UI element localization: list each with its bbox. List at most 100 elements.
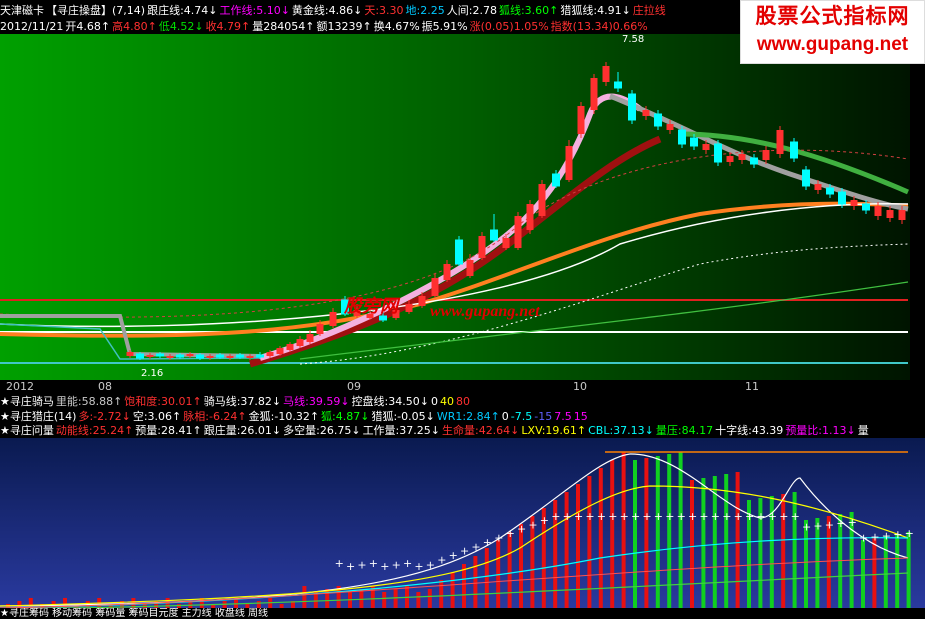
axis-label-nov: 11 [745, 380, 759, 393]
indicator-row2-item-2: 空:3.06↑ [132, 410, 182, 423]
indicator-row-wenliang[interactable]: ★寻庄问量 动能线:25.24↑ 预量:28.41↑ 跟庄量:26.01↓ 多空量:26… [0, 424, 925, 438]
cross-mark-64: + [734, 510, 743, 523]
volume-bar-37 [427, 589, 432, 610]
axis-label-oct: 10 [573, 380, 587, 393]
cross-mark-69: + [791, 510, 800, 523]
header-row1-item-10: 庄拉线 [632, 4, 666, 17]
indicator-row2-item-6: 猎狐:-0.05↓ [371, 410, 435, 423]
axis-label-sep: 09 [347, 380, 361, 393]
cross-mark-36: + [414, 560, 423, 573]
candle-body-46 [654, 113, 662, 127]
header-row2-item-9: 涨(0.05)1.05% [469, 20, 549, 33]
candle-body-38 [552, 173, 560, 187]
cross-mark-67: + [768, 510, 777, 523]
candle-body-18 [306, 334, 314, 342]
volume-bar-62 [712, 476, 717, 610]
indicator-row1-item-7: 40 [439, 395, 454, 408]
indicator-row2-item-10: -15 [534, 410, 553, 423]
volume-bar-58 [667, 454, 672, 610]
cross-mark-60: + [688, 510, 697, 523]
volume-bar-38 [439, 580, 444, 610]
cross-mark-59: + [677, 510, 686, 523]
cross-mark-33: + [380, 560, 389, 573]
cross-mark-45: + [517, 523, 526, 536]
volume-indicator-chart[interactable]: + + + + + + + + + + + + + + + + + + + + + + + + + + + + + + + + + + + + + + + +… [0, 438, 925, 610]
main-price-chart[interactable]: 7.58 2.16 [0, 34, 910, 380]
bottom-indicator-row[interactable]: ★寻庄筹码 移动筹码 筹码量 筹码目元度 主力线 收盘线 周线 [0, 608, 925, 619]
cross-mark-51: + [585, 510, 594, 523]
cross-mark-47: + [540, 514, 549, 527]
cross-mark-53: + [608, 510, 617, 523]
header-row2-item-7: 换4.67% [373, 20, 420, 33]
indicator-row1-item-1: 里能:58.88↑ [55, 395, 123, 408]
header-row2-item-0: 2012/11/21 [0, 20, 64, 33]
candle-body-66 [898, 210, 906, 220]
indicator-row3-item-10: 十字线:43.39 [715, 424, 784, 437]
candle-body-27 [418, 296, 426, 306]
candle-body-16 [286, 344, 294, 350]
cross-mark-56: + [642, 510, 651, 523]
watermark-url: www.gupang.net [756, 34, 909, 55]
header-row1-item-4: 黄金线:4.86↓ [291, 4, 363, 17]
cross-mark-34: + [392, 558, 401, 571]
center-watermark-url: www.gupang.net [430, 303, 540, 321]
candle-body-54 [750, 157, 758, 165]
cross-mark-46: + [528, 518, 537, 531]
candle-body-61 [838, 191, 846, 205]
volume-bar-61 [701, 478, 706, 610]
volume-bar-26 [302, 586, 307, 610]
volume-bar-51 [587, 476, 592, 610]
indicator-row1-item-8: 80 [455, 395, 470, 408]
candle-body-28 [431, 278, 439, 296]
cross-mark-74: + [848, 516, 857, 529]
cross-mark-42: + [483, 536, 492, 549]
candle-body-7 [196, 354, 204, 359]
candle-body-2 [146, 355, 154, 357]
watermark-title: 股票公式指标网 [755, 5, 910, 28]
candle-body-50 [702, 144, 710, 150]
axis-label-aug: 08 [98, 380, 112, 393]
volume-bar-59 [678, 452, 683, 610]
indicator-row1-item-6: 0 [430, 395, 438, 408]
candle-body-58 [802, 169, 810, 187]
header-row2-item-6: 额13239↑ [316, 20, 372, 33]
indicator-row3-item-9: 量压:84.17 [655, 424, 714, 437]
candle-body-41 [590, 78, 598, 110]
indicator-row3-item-2: 预量:28.41↑ [135, 424, 202, 437]
indicator-row1-item-2: 饱和度:30.01↑ [124, 395, 202, 408]
candle-body-31 [466, 260, 474, 276]
volume-bar-79 [906, 532, 911, 610]
indicator-row-liezhuang[interactable]: ★寻庄猎庄(14) 多:-2.72↓ 空:3.06↑ 脉相:-6.24↑ 金狐:-10.… [0, 410, 925, 424]
cross-mark-55: + [631, 510, 640, 523]
cross-mark-39: + [449, 549, 458, 562]
center-watermark: 股旁网 [344, 292, 398, 318]
header-row2-item-1: 开4.68↑ [65, 20, 111, 33]
price-low-label: 2.16 [141, 368, 163, 379]
candle-body-15 [276, 348, 284, 354]
candle-body-40 [577, 106, 585, 134]
indicator-row-qima[interactable]: ★寻庄骑马 里能:58.88↑ 饱和度:30.01↑ 骑马线:37.82↓ 马线:39.… [0, 395, 925, 409]
volume-bar-77 [883, 536, 888, 610]
candle-body-43 [614, 81, 622, 89]
header-row1-item-6: 地:2.25 [405, 4, 445, 17]
volume-bar-63 [724, 474, 729, 610]
cross-mark-78: + [893, 528, 902, 541]
center-watermark-cn: 股旁网 [344, 296, 398, 316]
header-row2-item-3: 低4.52↓ [158, 20, 204, 33]
indicator-row2-item-0: ★寻庄猎庄(14) [0, 410, 77, 423]
volume-bar-55 [633, 460, 637, 610]
indicator-row3-item-4: 多空量:26.75↓ [283, 424, 361, 437]
volume-bar-34 [393, 589, 398, 610]
cross-mark-43: + [494, 532, 503, 545]
candle-body-44 [628, 93, 636, 121]
candle-body-53 [738, 154, 746, 160]
cross-mark-54: + [620, 510, 629, 523]
cross-mark-57: + [654, 510, 663, 523]
indicator-row2-item-12: 15 [573, 410, 588, 423]
header-row1-item-8: 狐线:3.60↑ [498, 4, 559, 17]
cross-mark-65: + [745, 510, 754, 523]
indicator-row3-item-0: ★寻庄问量 [0, 424, 54, 437]
candle-body-64 [874, 206, 882, 216]
candle-body-10 [226, 356, 234, 358]
indicator-row2-item-11: 7.5 [554, 410, 572, 423]
